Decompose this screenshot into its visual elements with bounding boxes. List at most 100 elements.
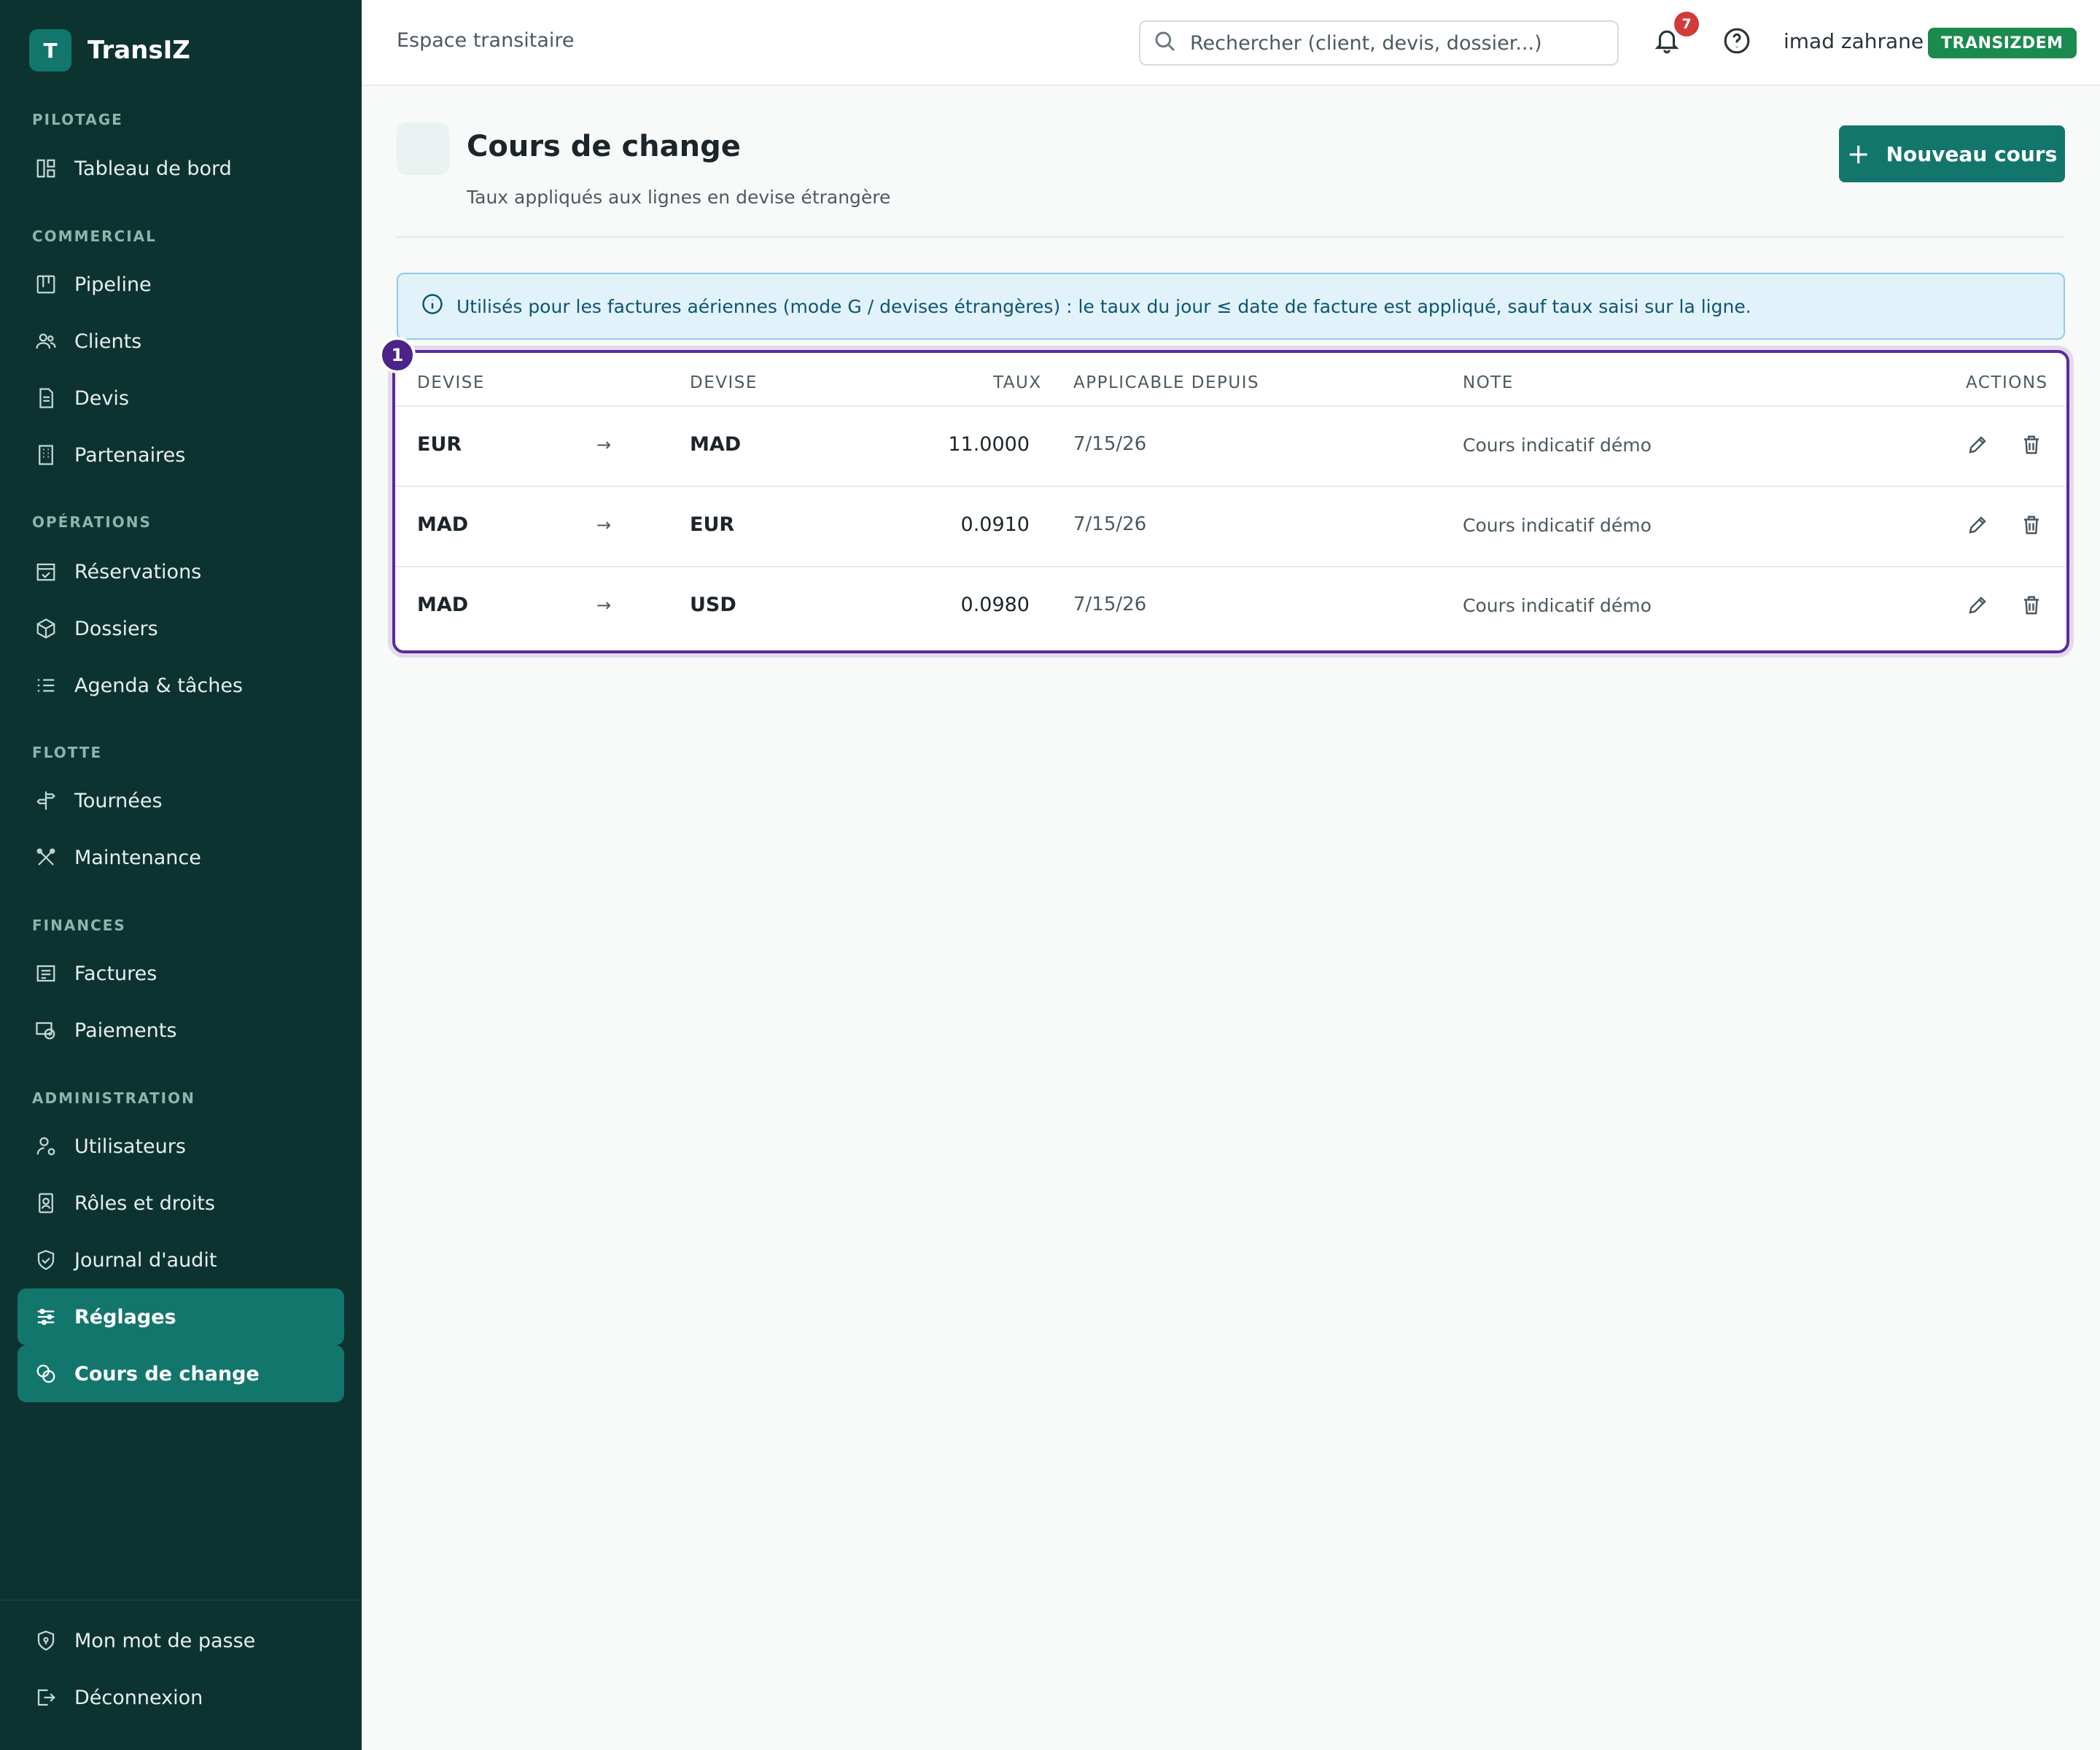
- sidebar: T TransIZ PILOTAGE Tableau de bord COMME…: [0, 0, 362, 1750]
- arrow-icon: →: [596, 435, 612, 455]
- to-currency: EUR: [690, 513, 735, 536]
- pencil-icon: [1967, 594, 1988, 619]
- sidebar-item-label: Réglages: [74, 1305, 176, 1329]
- sidebar-item-clients[interactable]: Clients: [18, 313, 344, 370]
- page-subtitle: Taux appliqués aux lignes en devise étra…: [467, 187, 891, 208]
- sidebar-item-journal[interactable]: Journal d'audit: [18, 1232, 344, 1288]
- section-flotte: FLOTTE: [32, 744, 103, 761]
- id-badge-icon: [34, 1191, 58, 1216]
- brand-logo: T: [29, 29, 71, 71]
- sidebar-item-agenda[interactable]: Agenda & tâches: [18, 657, 344, 714]
- kanban-icon: [34, 272, 58, 297]
- from-currency: MAD: [417, 594, 469, 616]
- pencil-icon: [1967, 434, 1988, 459]
- sidebar-item-partenaires[interactable]: Partenaires: [18, 427, 344, 483]
- note-text: Cours indicatif démo: [1463, 595, 1652, 616]
- col-header-note: NOTE: [1463, 373, 1514, 392]
- shield-check-icon: [34, 1248, 58, 1272]
- sidebar-item-label: Factures: [74, 962, 158, 985]
- section-administration: ADMINISTRATION: [32, 1089, 195, 1107]
- sliders-icon: [34, 1304, 58, 1329]
- calendar-check-icon: [34, 559, 58, 584]
- dashboard-icon: [34, 156, 58, 181]
- sidebar-divider: [0, 1600, 362, 1601]
- user-name[interactable]: imad zahrane: [1784, 29, 1924, 53]
- sidebar-item-roles[interactable]: Rôles et droits: [18, 1175, 344, 1232]
- sidebar-item-label: Utilisateurs: [74, 1135, 186, 1158]
- sidebar-item-tournees[interactable]: Tournées: [18, 772, 344, 829]
- sidebar-item-dossiers[interactable]: Dossiers: [18, 600, 344, 657]
- brand[interactable]: T TransIZ: [29, 29, 190, 71]
- sidebar-item-label: Rôles et droits: [74, 1191, 215, 1215]
- search-input[interactable]: [1190, 31, 1598, 55]
- sidebar-item-label: Déconnexion: [74, 1686, 203, 1709]
- sidebar-item-label: Tableau de bord: [74, 157, 232, 180]
- building-icon: [34, 443, 58, 467]
- section-pilotage: PILOTAGE: [32, 111, 123, 128]
- list-icon: [34, 673, 58, 698]
- sidebar-item-cours-de-change[interactable]: Cours de change: [18, 1345, 344, 1402]
- sidebar-item-tableau-de-bord[interactable]: Tableau de bord: [18, 140, 344, 197]
- pencil-icon: [1967, 514, 1988, 539]
- col-header-to: DEVISE: [690, 373, 758, 392]
- info-icon: [421, 293, 456, 319]
- rate-value: 0.0910: [960, 513, 1030, 536]
- sidebar-item-label: Clients: [74, 330, 142, 353]
- sidebar-item-label: Journal d'audit: [74, 1248, 217, 1272]
- new-rate-button[interactable]: + Nouveau cours: [1839, 125, 2065, 182]
- to-currency: USD: [690, 594, 736, 616]
- from-currency: MAD: [417, 513, 469, 536]
- from-currency: EUR: [417, 433, 462, 456]
- note-text: Cours indicatif démo: [1463, 515, 1652, 536]
- delete-button[interactable]: [2017, 512, 2046, 541]
- search-box[interactable]: [1139, 20, 1619, 66]
- plus-icon: +: [1846, 138, 1870, 170]
- sidebar-item-label: Pipeline: [74, 273, 152, 296]
- info-text: Utilisés pour les factures aériennes (mo…: [456, 295, 1751, 317]
- search-icon: [1154, 30, 1177, 56]
- sidebar-item-paiements[interactable]: Paiements: [18, 1002, 344, 1059]
- sidebar-item-label: Partenaires: [74, 443, 186, 467]
- sidebar-item-label: Tournées: [74, 789, 163, 812]
- help-button[interactable]: [1721, 26, 1753, 58]
- edit-button[interactable]: [1963, 512, 1992, 541]
- sidebar-item-label: Maintenance: [74, 846, 201, 869]
- col-header-from: DEVISE: [417, 373, 485, 392]
- sidebar-item-maintenance[interactable]: Maintenance: [18, 829, 344, 886]
- sidebar-item-reservations[interactable]: Réservations: [18, 543, 344, 600]
- help-icon: [1723, 27, 1751, 58]
- edit-button[interactable]: [1963, 592, 1992, 621]
- sidebar-item-devis[interactable]: Devis: [18, 370, 344, 427]
- sidebar-item-deconnexion[interactable]: Déconnexion: [18, 1669, 344, 1726]
- table-row: MAD → EUR 0.0910 7/15/26 Cours indicatif…: [395, 487, 2066, 567]
- shield-lock-icon: [34, 1628, 58, 1653]
- to-currency: MAD: [690, 433, 742, 456]
- logout-icon: [34, 1685, 58, 1710]
- sidebar-item-label: Mon mot de passe: [74, 1629, 256, 1652]
- table-row: EUR → MAD 11.0000 7/15/26 Cours indicati…: [395, 407, 2066, 487]
- topbar: Espace transitaire 7 imad zahrane TRANSI…: [362, 0, 2100, 86]
- sidebar-item-pipeline[interactable]: Pipeline: [18, 256, 344, 313]
- sidebar-item-mot-de-passe[interactable]: Mon mot de passe: [18, 1612, 344, 1669]
- since-date: 7/15/26: [1073, 594, 1147, 615]
- arrow-icon: →: [596, 515, 612, 535]
- col-header-since: APPLICABLE DEPUIS: [1073, 373, 1260, 392]
- section-commercial: COMMERCIAL: [32, 228, 157, 245]
- tools-icon: [34, 845, 58, 870]
- new-rate-label: Nouveau cours: [1886, 141, 2058, 166]
- page-title: Cours de change: [467, 130, 741, 163]
- col-header-rate: TAUX: [993, 373, 1042, 392]
- sidebar-item-factures[interactable]: Factures: [18, 945, 344, 1002]
- invoice-icon: [34, 961, 58, 986]
- table-row: MAD → USD 0.0980 7/15/26 Cours indicatif…: [395, 567, 2066, 648]
- sidebar-item-utilisateurs[interactable]: Utilisateurs: [18, 1118, 344, 1175]
- delete-button[interactable]: [2017, 432, 2046, 461]
- sidebar-item-label: Agenda & tâches: [74, 674, 244, 697]
- sidebar-item-label: Réservations: [74, 560, 202, 583]
- workspace-title: Espace transitaire: [397, 29, 575, 52]
- trash-icon: [2021, 594, 2042, 619]
- edit-button[interactable]: [1963, 432, 1992, 461]
- page-icon: [397, 122, 449, 175]
- delete-button[interactable]: [2017, 592, 2046, 621]
- sidebar-item-reglages[interactable]: Réglages: [18, 1288, 344, 1345]
